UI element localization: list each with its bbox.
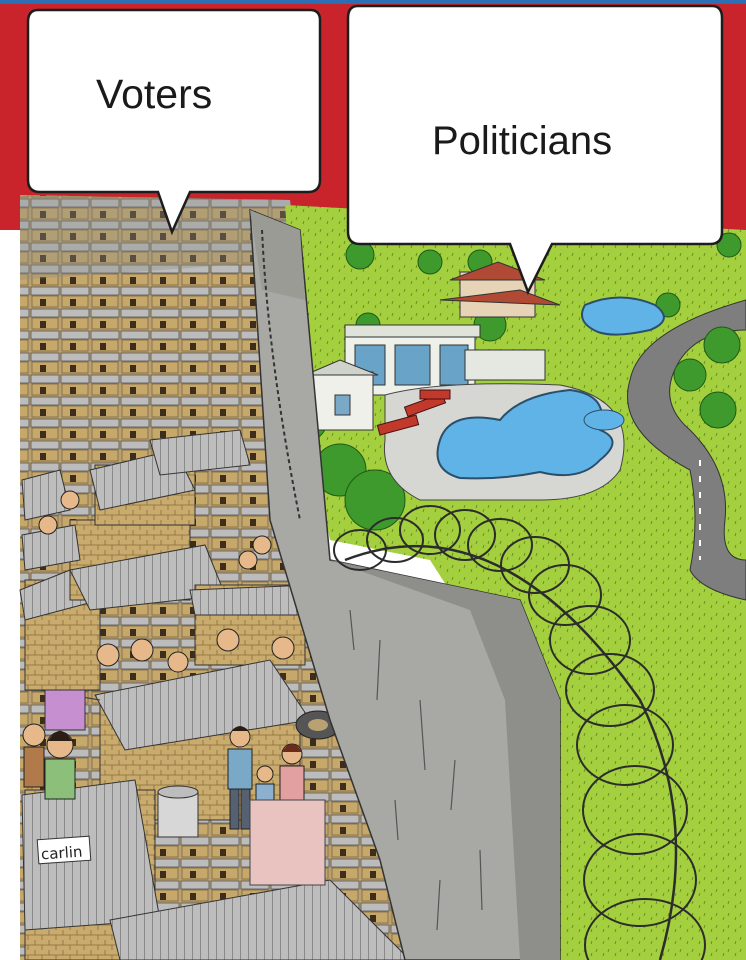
cartoon-illustration (0, 0, 746, 960)
small-pool (581, 296, 665, 336)
cartoon-scene: Voters Politicians carlin (0, 0, 746, 960)
artist-signature: carlin (40, 842, 84, 864)
voters-label: Voters (96, 71, 213, 117)
politicians-label: Politicians (432, 119, 613, 163)
